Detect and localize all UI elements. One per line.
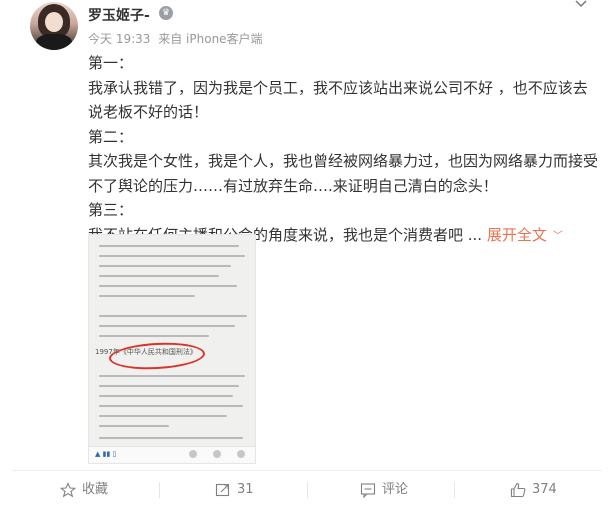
- footer-separator: [307, 482, 308, 498]
- repost-icon: [215, 483, 230, 496]
- image-text-line: [99, 275, 219, 277]
- image-bottom-bar: ▲ ▮▮ ▯: [89, 446, 255, 463]
- username[interactable]: 罗玉姬子-: [88, 5, 150, 25]
- image-text-line: [99, 265, 231, 267]
- image-text-line: [99, 285, 237, 287]
- post-source[interactable]: 来自 iPhone客户端: [158, 32, 262, 46]
- image-text-line: [99, 437, 243, 439]
- footer-separator: [159, 482, 160, 498]
- image-text-line: [99, 325, 235, 327]
- post-time[interactable]: 今天 19:33: [88, 32, 150, 46]
- image-comment-icon: [189, 450, 197, 458]
- post-body: 第一： 我承认我错了，因为我是个员工，我不应该站出来说公司不好 ，也不应该去说老…: [88, 51, 598, 250]
- expand-label[interactable]: 展开全文: [487, 226, 547, 244]
- image-text-line: [99, 415, 227, 417]
- image-text-line: [99, 375, 245, 377]
- image-text-line: [99, 245, 239, 247]
- image-text-line: [99, 335, 209, 337]
- post-footer: 收藏 31 评论 374: [12, 471, 602, 508]
- chevron-down-icon[interactable]: ﹀: [553, 231, 563, 242]
- image-text-line: [99, 385, 239, 387]
- avatar-body: [36, 34, 72, 50]
- post-paragraph: 第一：: [88, 54, 134, 72]
- red-circle-annotation: [108, 340, 206, 372]
- post-paragraph: 其次我是个女性，我是个人，我也曾经被网络暴力过，也因为网络暴力而接受不了舆论的压…: [88, 152, 599, 195]
- image-text-line: [99, 405, 243, 407]
- image-text-line: [99, 255, 245, 257]
- favorite-label: 收藏: [82, 482, 109, 497]
- chevron-down-icon[interactable]: [574, 0, 588, 14]
- post-meta: 今天 19:33 来自 iPhone客户端: [88, 30, 267, 47]
- image-text-line: [99, 425, 169, 427]
- crown-badge-icon[interactable]: ♛: [159, 6, 173, 20]
- repost-count: 31: [237, 482, 254, 497]
- expand-full-text-link[interactable]: 展开全文 ﹀: [487, 226, 563, 244]
- image-text-line: [99, 315, 247, 317]
- avatar-face: [45, 12, 63, 32]
- post-image[interactable]: 1997年《中华人民共和国刑法》 ▲ ▮▮ ▯: [88, 234, 256, 464]
- comment-icon: [360, 482, 376, 498]
- thumbs-up-icon: [510, 482, 526, 497]
- image-text-line: [99, 295, 195, 297]
- post-paragraph: 我承认我错了，因为我是个员工，我不应该站出来说公司不好 ，也不应该去说老板不好的…: [88, 78, 588, 122]
- image-text-line: [99, 395, 233, 397]
- post-paragraph: 第二：: [88, 127, 134, 146]
- like-count: 374: [532, 482, 557, 497]
- post-paragraph: 第三：: [88, 201, 134, 219]
- like-button[interactable]: 374: [510, 471, 557, 508]
- avatar[interactable]: [30, 2, 78, 50]
- star-icon: [60, 481, 76, 497]
- image-more-icon: [237, 450, 245, 458]
- comment-label: 评论: [382, 482, 409, 497]
- repost-button[interactable]: 31: [215, 471, 254, 508]
- favorite-button[interactable]: 收藏: [60, 471, 108, 508]
- comment-button[interactable]: 评论: [360, 471, 408, 508]
- image-like-icon: ▲ ▮▮ ▯: [95, 450, 117, 458]
- image-share-icon: [213, 450, 221, 458]
- footer-separator: [454, 482, 455, 498]
